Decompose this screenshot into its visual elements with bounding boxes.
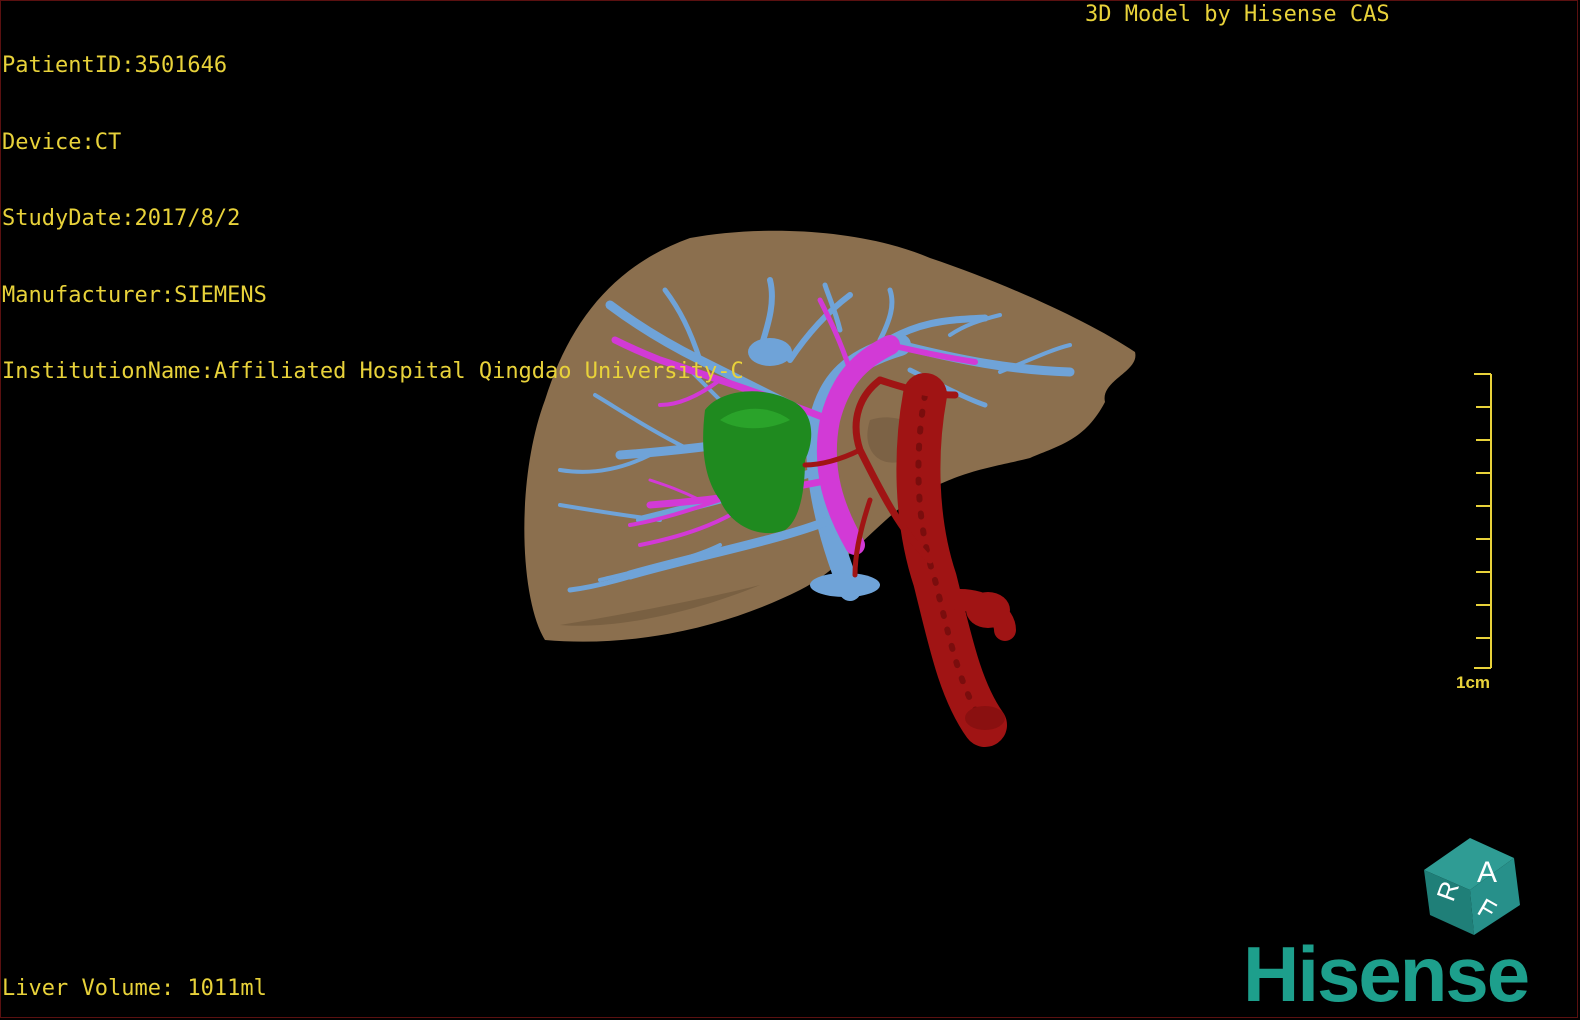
- institution-name: InstitutionName:Affiliated Hospital Qing…: [2, 359, 744, 384]
- liver-volume: Liver Volume: 1011ml: [2, 976, 267, 1001]
- device: Device:CT: [2, 129, 122, 155]
- orientation-cube-icon[interactable]: A R F: [1424, 838, 1520, 935]
- dicom-info-overlay: PatientID:3501646 Device:CT StudyDate:20…: [2, 2, 744, 410]
- hisense-logo: Hisense: [1243, 930, 1530, 1018]
- patient-id: PatientID:3501646: [2, 53, 228, 78]
- manufacturer: Manufacturer:SIEMENS: [2, 282, 267, 308]
- scale-label: 1cm: [1456, 673, 1491, 692]
- study-date: StudyDate:2017/8/2: [2, 206, 241, 231]
- cube-face-a: A: [1477, 856, 1497, 889]
- scale-bar: [1474, 373, 1492, 669]
- model-credit: 3D Model by Hisense CAS: [1085, 2, 1390, 27]
